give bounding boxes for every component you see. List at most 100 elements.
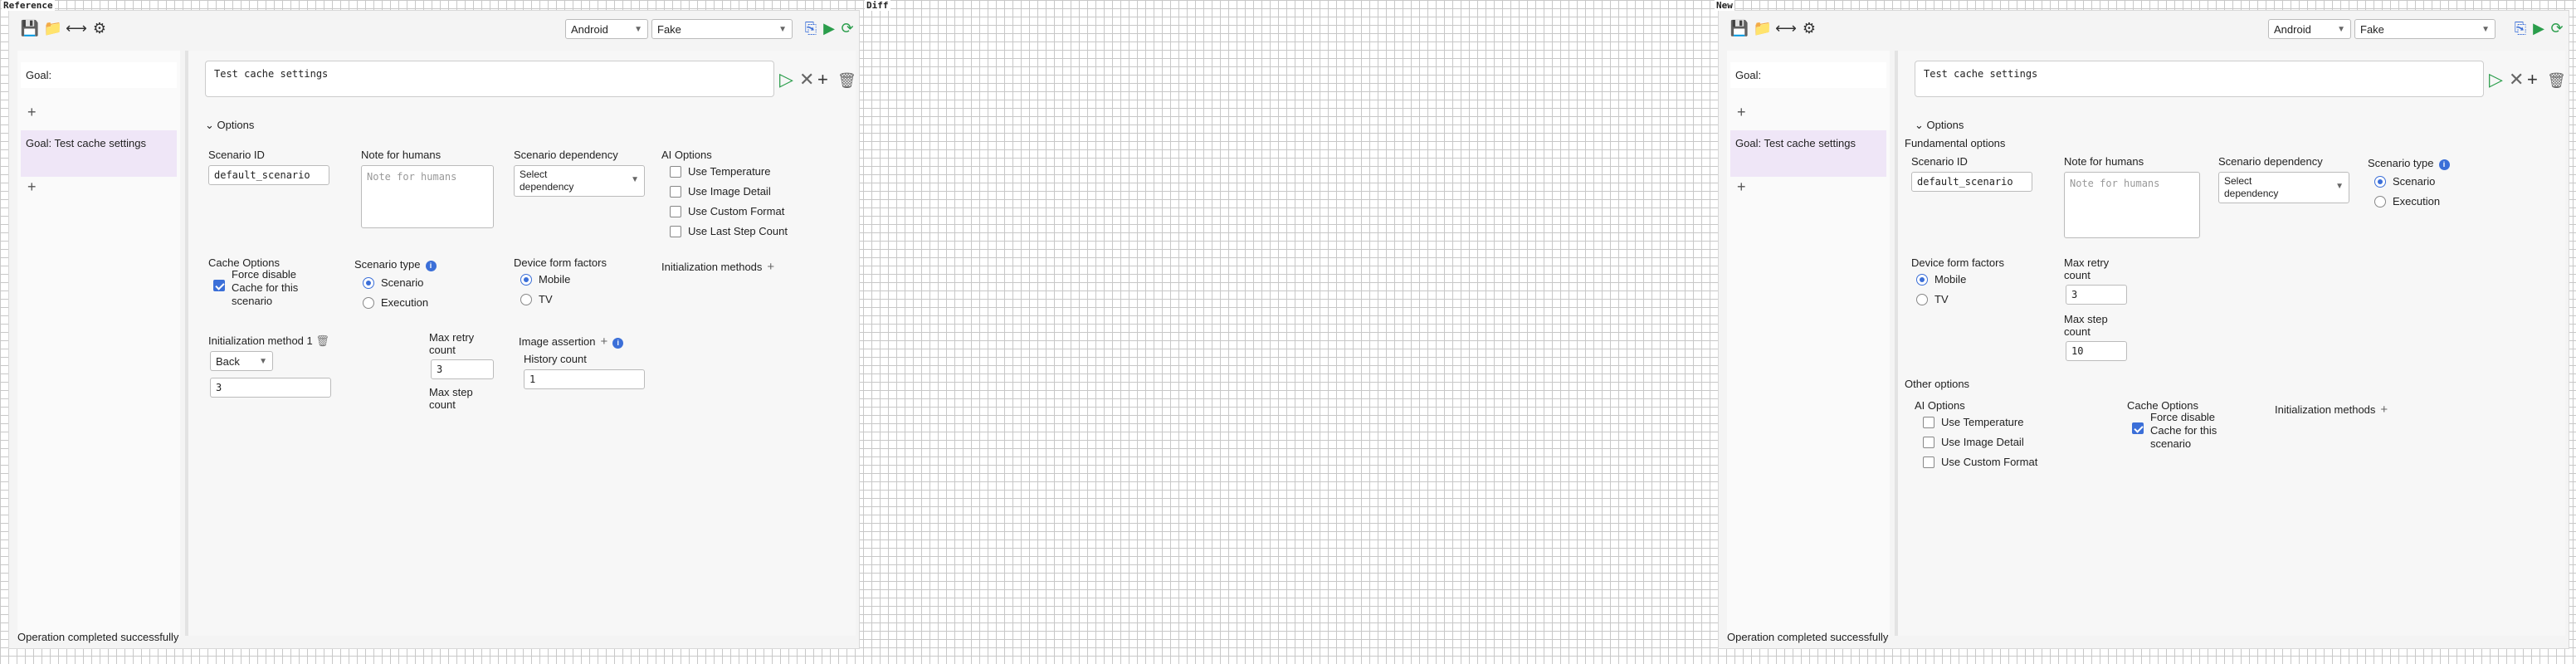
history-count-input[interactable]: 1 [524, 369, 645, 389]
share-icon[interactable]: ⟷ [66, 19, 87, 37]
trash-icon[interactable]: 🗑 [2547, 72, 2566, 90]
device-add-icon[interactable]: ⎘ [2512, 19, 2529, 37]
goal-item-selected[interactable]: Goal: Test cache settings [21, 130, 177, 177]
add-goal-icon[interactable]: + [27, 104, 37, 121]
trash-icon[interactable]: 🗑 [315, 334, 329, 347]
refresh-icon[interactable]: ⟳ [839, 19, 856, 37]
use-image-detail-checkbox[interactable]: Use Image Detail [1923, 436, 2024, 448]
goal-item-selected[interactable]: Goal: Test cache settings [1730, 130, 1886, 177]
goal-item-empty[interactable]: Goal: [1730, 62, 1886, 88]
diff-panel: Diff Fundamental options Scenario ID Not… [863, 0, 2496, 664]
main-content: Test cache settings ▷ ✕ + 🗑 ⌄ Options Fu… [1895, 51, 2566, 636]
dependency-label: Scenario dependency [514, 149, 618, 161]
note-textarea[interactable]: Note for humans [361, 165, 494, 228]
cache-options-label: Cache Options [208, 256, 280, 269]
scenario-id-input[interactable]: default_scenario [208, 165, 329, 185]
device-select[interactable]: Fake ▼ [651, 19, 793, 39]
play-icon[interactable]: ▷ [2489, 69, 2503, 90]
goal-text-input[interactable]: Test cache settings [1915, 61, 2484, 97]
dependency-select[interactable]: Select dependency ▼ [514, 165, 645, 197]
force-disable-cache-checkbox[interactable]: Force disable Cache for this scenario [213, 268, 305, 308]
info-icon[interactable]: i [2438, 159, 2450, 170]
trash-icon[interactable]: 🗑 [837, 72, 856, 90]
device-form-label: Device form factors [514, 256, 607, 269]
scenario-type-execution-radio[interactable]: Execution [2374, 195, 2440, 208]
note-textarea[interactable]: Note for humans [2064, 172, 2200, 238]
close-icon[interactable]: ✕ [2509, 69, 2524, 90]
add-goal-icon[interactable]: + [1737, 104, 1746, 121]
save-icon[interactable]: 💾 [21, 19, 39, 37]
chevron-down-icon: ▼ [2481, 24, 2490, 34]
device-select[interactable]: Fake ▼ [2354, 19, 2496, 39]
gear-icon[interactable]: ⚙ [1800, 19, 1818, 37]
add-goal-icon[interactable]: + [1737, 178, 1746, 196]
chevron-down-icon: ▼ [259, 356, 267, 366]
max-step-input[interactable]: 10 [2066, 341, 2127, 361]
add-step-icon[interactable]: + [817, 69, 828, 90]
image-assertion-label: Image assertion + i [519, 334, 624, 349]
ai-options-label: AI Options [1915, 399, 1965, 412]
dependency-label: Scenario dependency [2218, 155, 2323, 168]
device-tv-radio[interactable]: TV [1916, 293, 1949, 305]
scenario-type-scenario-radio[interactable]: Scenario [363, 276, 423, 289]
use-last-step-count-checkbox[interactable]: Use Last Step Count [670, 225, 788, 237]
max-retry-label: Max retry count [2064, 256, 2110, 281]
play-next-icon[interactable]: ▶ [2530, 19, 2547, 37]
use-temperature-checkbox[interactable]: Use Temperature [670, 165, 770, 178]
scenario-id-label: Scenario ID [208, 149, 265, 161]
chevron-down-icon: ▼ [2335, 182, 2344, 191]
device-mobile-radio[interactable]: Mobile [520, 273, 570, 286]
panel-label-new: New [1715, 0, 1734, 11]
panel-label-reference: Reference [2, 0, 55, 11]
use-custom-format-checkbox[interactable]: Use Custom Format [670, 205, 784, 217]
force-disable-cache-checkbox[interactable]: Force disable Cache for this scenario [2132, 411, 2223, 451]
add-goal-icon[interactable]: + [27, 178, 37, 196]
chevron-down-icon: ▼ [634, 24, 642, 34]
device-add-icon[interactable]: ⎘ [803, 19, 819, 37]
play-next-icon[interactable]: ▶ [821, 19, 837, 37]
add-init-method-icon[interactable]: + [2380, 403, 2388, 417]
init-method-value-input[interactable]: 3 [210, 378, 331, 398]
add-image-assertion-icon[interactable]: + [601, 334, 608, 349]
goal-item-empty[interactable]: Goal: [21, 62, 177, 88]
max-retry-input[interactable]: 3 [431, 359, 494, 379]
share-icon[interactable]: ⟷ [1775, 19, 1797, 37]
chevron-down-icon: ▼ [631, 175, 639, 184]
scenario-id-input[interactable]: default_scenario [1911, 172, 2032, 192]
folder-icon[interactable]: 📁 [44, 19, 62, 37]
info-icon[interactable]: i [612, 338, 624, 349]
panel-label-diff: Diff [865, 0, 890, 11]
init-methods-label: Initialization methods + [661, 260, 775, 274]
options-toggle[interactable]: ⌄ Options [205, 119, 254, 132]
scenario-type-scenario-radio[interactable]: Scenario [2374, 175, 2435, 188]
platform-select[interactable]: Android ▼ [565, 19, 648, 39]
init-method-action-select[interactable]: Back ▼ [210, 351, 273, 371]
use-image-detail-checkbox[interactable]: Use Image Detail [670, 185, 771, 198]
init-method-1-label: Initialization method 1 🗑 [208, 334, 329, 347]
dependency-select[interactable]: Select dependency ▼ [2218, 172, 2349, 203]
close-icon[interactable]: ✕ [799, 69, 814, 90]
info-icon[interactable]: i [425, 261, 437, 271]
play-icon[interactable]: ▷ [779, 69, 793, 90]
scenario-type-execution-radio[interactable]: Execution [363, 296, 428, 309]
folder-icon[interactable]: 📁 [1754, 19, 1772, 37]
gear-icon[interactable]: ⚙ [90, 19, 109, 37]
cache-options-label: Cache Options [2127, 399, 2198, 412]
device-form-label: Device form factors [1911, 256, 2004, 269]
goal-text-input[interactable]: Test cache settings [205, 61, 774, 97]
device-tv-radio[interactable]: TV [520, 293, 553, 305]
note-label: Note for humans [361, 149, 442, 161]
use-custom-format-checkbox[interactable]: Use Custom Format [1923, 456, 2037, 468]
refresh-icon[interactable]: ⟳ [2549, 19, 2565, 37]
options-toggle[interactable]: ⌄ Options [1915, 119, 1964, 132]
app-window: 💾 📁 ⟷ ⚙ Android ▼ Fake ▼ ⎘ ▶ ⟳ Goal: + G… [1718, 10, 2569, 649]
add-step-icon[interactable]: + [2527, 69, 2538, 90]
platform-select[interactable]: Android ▼ [2268, 19, 2351, 39]
use-temperature-checkbox[interactable]: Use Temperature [1923, 416, 2023, 428]
max-retry-label: Max retry count [429, 331, 475, 356]
device-mobile-radio[interactable]: Mobile [1916, 273, 1966, 286]
max-step-label: Max step count [2064, 313, 2108, 338]
save-icon[interactable]: 💾 [1730, 19, 1749, 37]
add-init-method-icon[interactable]: + [767, 260, 774, 274]
max-retry-input[interactable]: 3 [2066, 285, 2127, 305]
